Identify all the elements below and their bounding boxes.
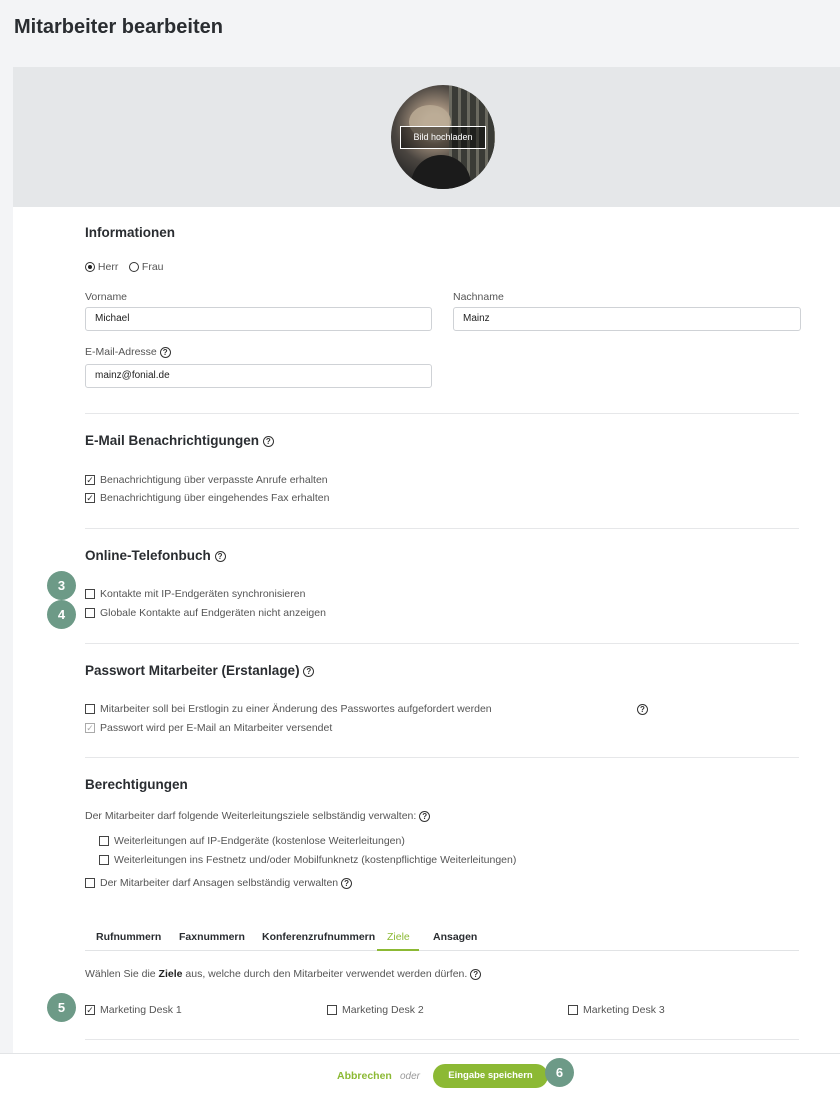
marketing-desk-3-label: Marketing Desk 3 <box>583 1004 665 1016</box>
tab-ziele[interactable]: Ziele <box>387 931 410 943</box>
global-contacts-checkbox[interactable] <box>85 608 95 618</box>
divider <box>85 528 799 529</box>
permissions-title: Berechtigungen <box>85 777 188 792</box>
missed-calls-label: Benachrichtigung über verpasste Anrufe e… <box>100 474 328 486</box>
radio-frau-label: Frau <box>141 261 164 273</box>
tab-ansagen[interactable]: Ansagen <box>433 931 477 943</box>
email-label-row: E-Mail-Adresse ? <box>85 346 171 358</box>
force-password-change-checkbox[interactable] <box>85 704 95 714</box>
help-icon[interactable]: ? <box>303 665 315 677</box>
radio-frau[interactable] <box>129 262 139 273</box>
form-footer: Abbrechen oder Eingabe speichern 6 <box>0 1053 840 1097</box>
step-badge-4: 4 <box>47 600 76 629</box>
step-badge-3: 3 <box>47 571 76 600</box>
help-icon[interactable]: ? <box>159 346 171 358</box>
salutation-herr[interactable]: Herr <box>85 261 118 273</box>
force-password-change-label: Mitarbeiter soll bei Erstlogin zu einer … <box>100 703 492 715</box>
help-icon[interactable]: ? <box>637 704 648 715</box>
permissions-intro: Der Mitarbeiter darf folgende Weiterleit… <box>85 810 417 822</box>
marketing-desk-1-checkbox[interactable]: ✓ <box>85 1005 95 1015</box>
nachname-label: Nachname <box>453 291 504 303</box>
forward-landline-checkbox[interactable] <box>99 855 109 865</box>
active-tab-indicator <box>377 949 419 951</box>
employee-form-card: Bild hochladen Informationen Herr Frau V… <box>13 67 840 1097</box>
tab-rufnummern[interactable]: Rufnummern <box>96 931 161 943</box>
avatar: Bild hochladen <box>391 85 495 189</box>
help-icon[interactable]: ? <box>419 810 431 822</box>
help-icon[interactable]: ? <box>470 968 482 980</box>
targets-intro-row: Wählen Sie die Ziele aus, welche durch d… <box>85 968 482 980</box>
missed-calls-checkbox[interactable]: ✓ <box>85 475 95 485</box>
divider <box>85 1039 799 1040</box>
cancel-link[interactable]: Abbrechen <box>337 1070 392 1082</box>
help-icon[interactable]: ? <box>341 877 353 889</box>
email-label: E-Mail-Adresse <box>85 346 157 358</box>
password-title: Passwort Mitarbeiter (Erstanlage) <box>85 663 300 678</box>
fax-checkbox[interactable]: ✓ <box>85 493 95 503</box>
vorname-input[interactable]: Michael <box>85 307 432 331</box>
step-badge-6: 6 <box>545 1058 574 1087</box>
marketing-desk-2-checkbox[interactable] <box>327 1005 337 1015</box>
sync-contacts-checkbox[interactable] <box>85 589 95 599</box>
avatar-banner: Bild hochladen <box>13 67 840 207</box>
forward-ip-label: Weiterleitungen auf IP-Endgeräte (kosten… <box>114 835 405 847</box>
forward-landline-label: Weiterleitungen ins Festnetz und/oder Mo… <box>114 854 517 866</box>
password-title-row: Passwort Mitarbeiter (Erstanlage) ? <box>85 663 315 678</box>
marketing-desk-3-checkbox[interactable] <box>568 1005 578 1015</box>
targets-intro-post: aus, welche durch den Mitarbeiter verwen… <box>182 968 468 980</box>
divider <box>85 643 799 644</box>
targets-intro-bold: Ziele <box>158 968 183 980</box>
tabs-baseline <box>85 950 799 951</box>
sync-contacts-label: Kontakte mit IP-Endgeräten synchronisier… <box>100 588 306 600</box>
divider <box>85 757 799 758</box>
forward-ip-checkbox[interactable] <box>99 836 109 846</box>
marketing-desk-2-label: Marketing Desk 2 <box>342 1004 424 1016</box>
send-password-label: Passwort wird per E-Mail an Mitarbeiter … <box>100 722 333 734</box>
send-password-checkbox: ✓ <box>85 723 95 733</box>
page-title: Mitarbeiter bearbeiten <box>14 16 223 38</box>
radio-herr[interactable] <box>85 262 95 273</box>
phonebook-title: Online-Telefonbuch <box>85 548 211 563</box>
email-input[interactable]: mainz@fonial.de <box>85 364 432 388</box>
global-contacts-label: Globale Kontakte auf Endgeräten nicht an… <box>100 607 326 619</box>
phonebook-title-row: Online-Telefonbuch ? <box>85 548 226 563</box>
step-badge-5: 5 <box>47 993 76 1022</box>
tab-konferenzrufnummern[interactable]: Konferenzrufnummern <box>262 931 375 943</box>
tab-faxnummern[interactable]: Faxnummern <box>179 931 245 943</box>
notifications-title-row: E-Mail Benachrichtigungen ? <box>85 433 274 448</box>
targets-intro-pre: Wählen Sie die <box>85 968 159 980</box>
salutation-frau[interactable]: Frau <box>129 261 164 273</box>
vorname-label: Vorname <box>85 291 128 303</box>
info-section-title: Informationen <box>85 225 175 240</box>
save-button[interactable]: Eingabe speichern <box>433 1064 548 1088</box>
or-text: oder <box>400 1071 421 1082</box>
help-icon[interactable]: ? <box>214 550 226 562</box>
marketing-desk-1-label: Marketing Desk 1 <box>100 1004 182 1016</box>
divider <box>85 413 799 414</box>
radio-herr-label: Herr <box>97 261 119 273</box>
help-icon[interactable]: ? <box>262 435 274 447</box>
notifications-title: E-Mail Benachrichtigungen <box>85 433 260 448</box>
permissions-intro-row: Der Mitarbeiter darf folgende Weiterleit… <box>85 810 431 822</box>
announcements-row: Der Mitarbeiter darf Ansagen selbständig… <box>100 877 353 889</box>
upload-image-button[interactable]: Bild hochladen <box>400 126 486 149</box>
nachname-input[interactable]: Mainz <box>453 307 801 331</box>
announcements-checkbox[interactable] <box>85 878 95 888</box>
fax-label: Benachrichtigung über eingehendes Fax er… <box>100 492 330 504</box>
announcements-label: Der Mitarbeiter darf Ansagen selbständig… <box>100 877 339 889</box>
